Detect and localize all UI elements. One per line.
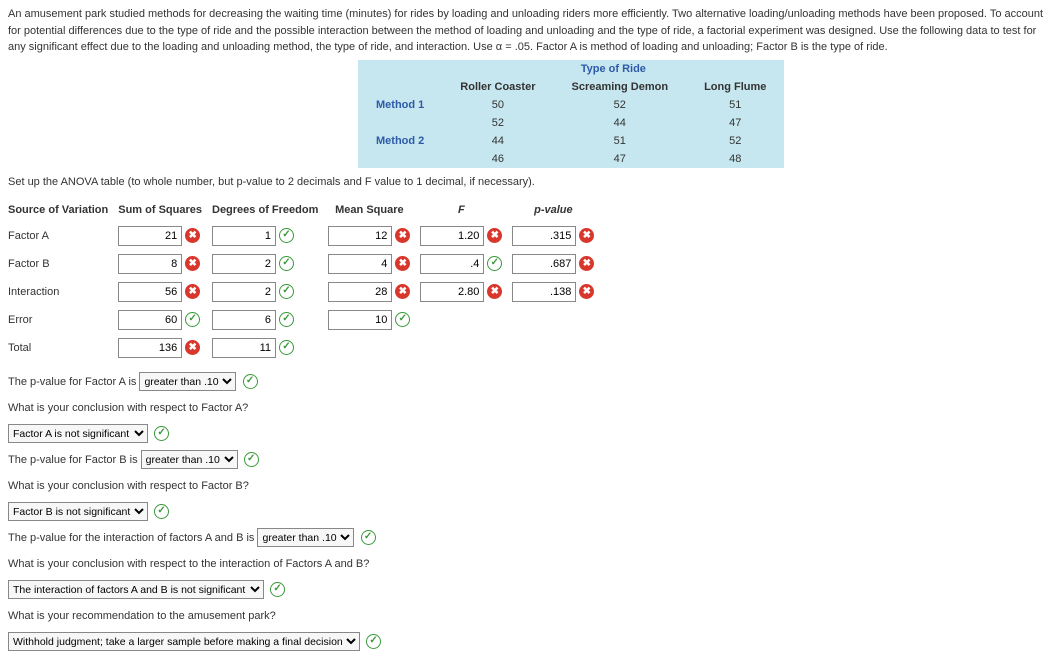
check-icon: ✓	[361, 530, 376, 545]
df-input[interactable]	[212, 310, 276, 330]
p-factor-a-text: The p-value for Factor A is	[8, 376, 136, 388]
row-label: Interaction	[8, 282, 118, 302]
p-factor-a-select[interactable]: greater than .10	[139, 372, 236, 391]
ms-input[interactable]	[328, 310, 392, 330]
hdr-ms: Mean Square	[328, 204, 420, 218]
x-icon: ✖	[395, 228, 410, 243]
col-screaming-demon: Screaming Demon	[553, 78, 686, 96]
conclusion-b-select[interactable]: Factor B is not significant	[8, 502, 148, 521]
hdr-source: Source of Variation	[8, 204, 118, 218]
problem-statement: An amusement park studied methods for de…	[8, 6, 1054, 56]
row-label: Error	[8, 310, 118, 330]
ss-input[interactable]	[118, 226, 182, 246]
p-factor-b-select[interactable]: greater than .10	[141, 450, 238, 469]
x-icon: ✖	[185, 340, 200, 355]
x-icon: ✖	[395, 256, 410, 271]
df-input[interactable]	[212, 254, 276, 274]
recommendation-select[interactable]: Withhold judgment; take a larger sample …	[8, 632, 360, 651]
conclusion-b-question: What is your conclusion with respect to …	[8, 476, 1054, 496]
row-label: Total	[8, 338, 118, 358]
row-label: Factor A	[8, 226, 118, 246]
check-icon: ✓	[279, 312, 294, 327]
x-icon: ✖	[487, 284, 502, 299]
hdr-ss: Sum of Squares	[118, 204, 212, 218]
p-factor-b-text: The p-value for Factor B is	[8, 454, 138, 466]
check-icon: ✓	[279, 228, 294, 243]
p-input[interactable]	[512, 254, 576, 274]
method-1-label: Method 1	[358, 96, 442, 114]
f-input[interactable]	[420, 282, 484, 302]
row-label: Factor B	[8, 254, 118, 274]
check-icon: ✓	[279, 284, 294, 299]
conclusion-ab-question: What is your conclusion with respect to …	[8, 554, 1054, 574]
df-input[interactable]	[212, 226, 276, 246]
x-icon: ✖	[487, 228, 502, 243]
ss-input[interactable]	[118, 254, 182, 274]
p-input[interactable]	[512, 226, 576, 246]
ms-input[interactable]	[328, 282, 392, 302]
x-icon: ✖	[395, 284, 410, 299]
check-icon: ✓	[185, 312, 200, 327]
check-icon: ✓	[366, 634, 381, 649]
x-icon: ✖	[579, 284, 594, 299]
x-icon: ✖	[185, 256, 200, 271]
check-icon: ✓	[270, 582, 285, 597]
type-of-ride-header: Type of Ride	[442, 60, 784, 78]
setup-instruction: Set up the ANOVA table (to whole number,…	[8, 176, 1054, 188]
p-interaction-text: The p-value for the interaction of facto…	[8, 532, 254, 544]
check-icon: ✓	[154, 504, 169, 519]
df-input[interactable]	[212, 338, 276, 358]
df-input[interactable]	[212, 282, 276, 302]
check-icon: ✓	[243, 374, 258, 389]
method-2-label: Method 2	[358, 132, 442, 150]
check-icon: ✓	[279, 340, 294, 355]
f-input[interactable]	[420, 254, 484, 274]
check-icon: ✓	[279, 256, 294, 271]
hdr-p: p-value	[512, 204, 604, 218]
hdr-df: Degrees of Freedom	[212, 204, 328, 218]
x-icon: ✖	[185, 284, 200, 299]
anova-table: Source of Variation Sum of Squares Degre…	[8, 196, 604, 366]
check-icon: ✓	[395, 312, 410, 327]
data-table: Type of Ride Roller Coaster Screaming De…	[358, 60, 784, 168]
p-interaction-select[interactable]: greater than .10	[257, 528, 354, 547]
ss-input[interactable]	[118, 310, 182, 330]
p-input[interactable]	[512, 282, 576, 302]
x-icon: ✖	[579, 228, 594, 243]
f-input[interactable]	[420, 226, 484, 246]
ss-input[interactable]	[118, 282, 182, 302]
col-long-flume: Long Flume	[686, 78, 784, 96]
check-icon: ✓	[487, 256, 502, 271]
ms-input[interactable]	[328, 254, 392, 274]
col-roller-coaster: Roller Coaster	[442, 78, 553, 96]
recommendation-question: What is your recommendation to the amuse…	[8, 606, 1054, 626]
x-icon: ✖	[579, 256, 594, 271]
conclusion-ab-select[interactable]: The interaction of factors A and B is no…	[8, 580, 264, 599]
conclusion-a-question: What is your conclusion with respect to …	[8, 398, 1054, 418]
ms-input[interactable]	[328, 226, 392, 246]
check-icon: ✓	[244, 452, 259, 467]
ss-input[interactable]	[118, 338, 182, 358]
hdr-f: F	[420, 204, 512, 218]
x-icon: ✖	[185, 228, 200, 243]
conclusion-a-select[interactable]: Factor A is not significant	[8, 424, 148, 443]
check-icon: ✓	[154, 426, 169, 441]
